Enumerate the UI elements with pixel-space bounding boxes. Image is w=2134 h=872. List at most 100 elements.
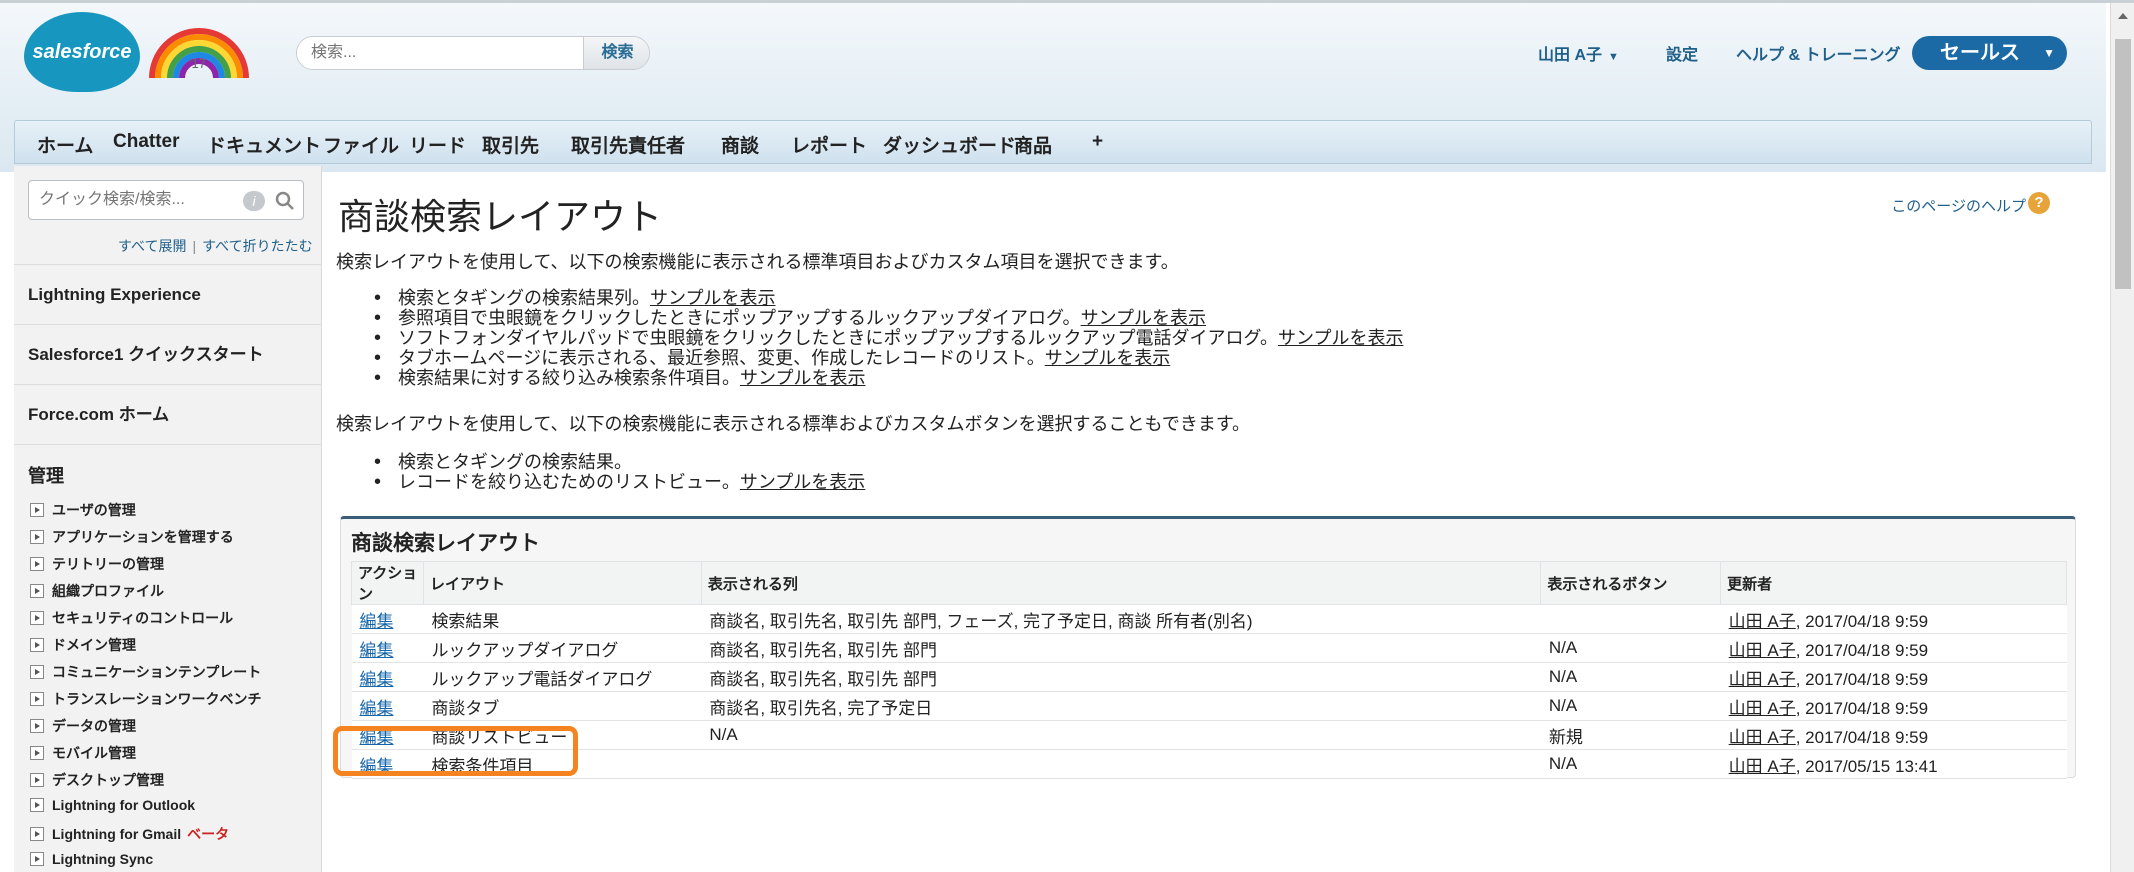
- col-header-buttons: 表示されるボタン: [1540, 561, 1722, 605]
- app-switcher-label: セールス: [1940, 42, 2020, 64]
- salesforce-logo[interactable]: salesforce: [24, 12, 140, 92]
- vertical-scrollbar[interactable]: [2110, 3, 2134, 872]
- expand-all-link[interactable]: すべて展開: [118, 238, 186, 254]
- global-search-input[interactable]: [297, 37, 583, 69]
- tab-add[interactable]: +: [1092, 131, 1103, 153]
- collapse-all-link[interactable]: すべて折りたたむ: [202, 238, 312, 254]
- sidebar-item-territory[interactable]: テリトリーの管理: [30, 554, 164, 574]
- tab-products[interactable]: 商品: [1014, 131, 1052, 158]
- sidebar-item-app-management[interactable]: アプリケーションを管理する: [30, 527, 234, 547]
- sidebar-item-lightning-sync[interactable]: Lightning Sync: [30, 851, 153, 867]
- tab-home[interactable]: ホーム: [37, 131, 93, 158]
- user-link[interactable]: 山田 A子: [1729, 699, 1796, 718]
- show-sample-link[interactable]: サンプルを表示: [1045, 348, 1170, 368]
- edit-link[interactable]: 編集: [360, 699, 394, 718]
- user-link[interactable]: 山田 A子: [1729, 728, 1796, 747]
- modified-date: , 2017/04/18 9:59: [1795, 698, 1929, 718]
- expand-icon[interactable]: [30, 584, 44, 598]
- sidebar-item-mobile[interactable]: モバイル管理: [30, 743, 136, 763]
- show-sample-link[interactable]: サンプルを表示: [740, 368, 865, 388]
- user-link[interactable]: 山田 A子: [1729, 757, 1796, 776]
- sidebar-salesforce1-quickstart[interactable]: Salesforce1 クイックスタート: [14, 324, 322, 384]
- sidebar-item-user-management[interactable]: ユーザの管理: [30, 500, 136, 520]
- sidebar-item-desktop[interactable]: デスクトップ管理: [30, 770, 164, 790]
- help-icon[interactable]: ?: [2028, 192, 2050, 214]
- expand-icon[interactable]: [30, 746, 44, 760]
- tab-leads[interactable]: リード: [409, 131, 466, 158]
- tab-dashboards[interactable]: ダッシュボード: [883, 131, 1016, 158]
- highlight-annotation: [333, 726, 578, 776]
- cell-action: 編集: [351, 662, 424, 692]
- sidebar-item-lightning-outlook[interactable]: Lightning for Outlook: [30, 797, 195, 813]
- edit-link[interactable]: 編集: [360, 670, 394, 689]
- show-sample-link[interactable]: サンプルを表示: [1278, 328, 1403, 348]
- expand-icon[interactable]: [30, 530, 44, 544]
- expand-icon[interactable]: [30, 503, 44, 517]
- show-sample-link[interactable]: サンプルを表示: [1081, 308, 1206, 328]
- table-row: 編集 検索条件項目 N/A 山田 A子, 2017/05/15 13:41: [351, 749, 2067, 779]
- expand-icon[interactable]: [30, 611, 44, 625]
- tab-files[interactable]: ファイル: [323, 131, 399, 158]
- expand-icon[interactable]: [30, 798, 44, 812]
- edit-link[interactable]: 編集: [360, 612, 394, 631]
- quick-search-input[interactable]: [29, 181, 229, 219]
- show-sample-link[interactable]: サンプルを表示: [650, 288, 775, 308]
- global-search: 検索: [296, 36, 650, 70]
- sidebar-item-communication-templates[interactable]: コミュニケーションテンプレート: [30, 662, 261, 682]
- page-help-link[interactable]: このページのヘルプ: [1891, 195, 2026, 216]
- list-item: タブホームページに表示される、最近参照、変更、作成したレコードのリスト。サンプル…: [374, 348, 1403, 368]
- list-item-text: ソフトフォンダイヤルパッドで虫眼鏡をクリックしたときにポップアップするルックアッ…: [398, 328, 1279, 348]
- edit-link[interactable]: 編集: [360, 641, 394, 660]
- info-icon[interactable]: i: [243, 191, 265, 211]
- expand-icon[interactable]: [30, 827, 44, 841]
- cell-action: 編集: [351, 633, 424, 663]
- expand-icon[interactable]: [30, 719, 44, 733]
- sidebar-item-label: Lightning for Gmail: [52, 826, 182, 842]
- sidebar-item-label: コミュニケーションテンプレート: [52, 664, 262, 680]
- sidebar-lightning-experience[interactable]: Lightning Experience: [14, 264, 322, 324]
- expand-icon[interactable]: [30, 557, 44, 571]
- scrollbar-thumb[interactable]: [2115, 39, 2131, 289]
- expand-icon[interactable]: [30, 638, 44, 652]
- sidebar-item-security[interactable]: セキュリティのコントロール: [30, 608, 233, 628]
- cell-modified-by: 山田 A子, 2017/04/18 9:59: [1720, 633, 2067, 663]
- search-icon[interactable]: [273, 189, 297, 213]
- expand-collapse-row: すべて展開 | すべて折りたたむ: [118, 236, 313, 256]
- expand-icon[interactable]: [30, 852, 44, 866]
- main-content: 商談検索レイアウト このページのヘルプ ? 検索レイアウトを使用して、以下の検索…: [336, 166, 2076, 872]
- expand-icon[interactable]: [30, 665, 44, 679]
- sidebar: i すべて展開 | すべて折りたたむ Lightning Experience Sa…: [14, 166, 322, 872]
- user-link[interactable]: 山田 A子: [1729, 641, 1796, 660]
- expand-icon[interactable]: [30, 773, 44, 787]
- divider: [14, 444, 322, 446]
- settings-link[interactable]: 設定: [1666, 41, 1698, 65]
- sidebar-item-org-profile[interactable]: 組織プロファイル: [30, 581, 164, 601]
- scroll-up-icon[interactable]: [2118, 13, 2128, 19]
- user-link[interactable]: 山田 A子: [1729, 612, 1796, 631]
- tab-reports[interactable]: レポート: [791, 131, 867, 158]
- list-item-text: 検索結果に対する絞り込み検索条件項目。: [398, 368, 740, 388]
- sidebar-item-domain[interactable]: ドメイン管理: [30, 635, 136, 655]
- sidebar-item-lightning-gmail[interactable]: Lightning for Gmail ベータ: [30, 824, 229, 844]
- tab-opportunities[interactable]: 商談: [721, 131, 759, 158]
- help-training-link[interactable]: ヘルプ & トレーニング: [1736, 41, 1900, 65]
- admin-heading: 管理: [28, 466, 64, 486]
- col-header-action: アクション: [351, 561, 424, 605]
- cell-buttons: N/A: [1540, 691, 1721, 721]
- show-sample-link[interactable]: サンプルを表示: [740, 472, 865, 492]
- cell-modified-by: 山田 A子, 2017/05/15 13:41: [1720, 749, 2067, 779]
- user-link[interactable]: 山田 A子: [1729, 670, 1796, 689]
- cell-columns: N/A: [701, 720, 1541, 750]
- user-menu[interactable]: 山田 A子 ▼: [1538, 41, 1619, 65]
- expand-icon[interactable]: [30, 692, 44, 706]
- app-switcher-button[interactable]: セールス ▼: [1912, 36, 2067, 70]
- sidebar-forcecom-home[interactable]: Force.com ホーム: [14, 384, 322, 444]
- tab-accounts[interactable]: 取引先: [482, 131, 539, 158]
- tab-contacts[interactable]: 取引先責任者: [571, 131, 685, 158]
- sidebar-item-data[interactable]: データの管理: [30, 716, 136, 736]
- tab-documents[interactable]: ドキュメント: [207, 131, 321, 158]
- tab-chatter[interactable]: Chatter: [113, 131, 180, 153]
- logo-text: salesforce: [32, 40, 132, 63]
- global-search-button[interactable]: 検索: [583, 37, 649, 69]
- sidebar-item-translation[interactable]: トランスレーションワークベンチ: [30, 689, 261, 709]
